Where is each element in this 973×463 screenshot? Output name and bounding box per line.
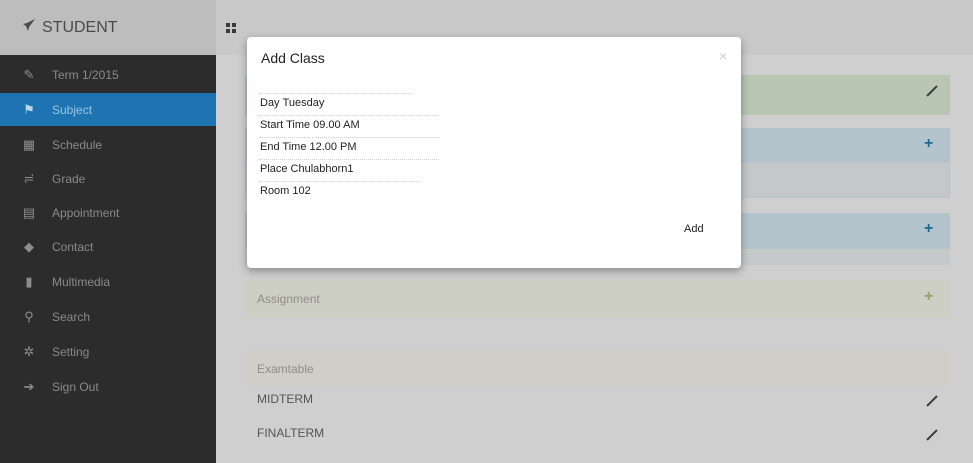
sidebar-item-sign-out[interactable]: ➔ Sign Out (0, 370, 216, 403)
sidebar-item-label: Appointment (52, 205, 120, 220)
assignment-panel-header: Assignment (245, 280, 950, 318)
sidebar-item-multimedia[interactable]: ▮ Multimedia (0, 265, 216, 298)
sidebar-item-search[interactable]: ⚲ Search (0, 300, 216, 333)
sidebar-item-label: Search (52, 309, 91, 324)
field-label: Day (260, 97, 280, 109)
sign-out-icon: ➔ (23, 378, 35, 394)
close-icon[interactable]: × (719, 48, 727, 64)
sidebar-item-appointment[interactable]: ▤ Appointment (0, 196, 216, 229)
field-start-time: Start Time 09.00 AM (260, 119, 360, 131)
add-button[interactable]: Add (684, 223, 704, 235)
sidebar-item-label: Grade (52, 171, 86, 186)
assignment-label: Assignment (257, 292, 320, 306)
field-room: Room 102 (260, 185, 311, 197)
divider (259, 159, 439, 160)
divider (259, 115, 439, 116)
flag-icon: ⚑ (23, 101, 35, 117)
rocket-icon (22, 18, 36, 37)
field-value: Chulabhorn1 (290, 163, 354, 175)
sidebar-item-schedule[interactable]: ▦ Schedule (0, 128, 216, 161)
sidebar-item-subject[interactable]: ⚑ Subject (0, 93, 216, 126)
search-icon: ⚲ (24, 308, 34, 324)
file-icon: ▮ (25, 273, 33, 289)
examtable-panel-header: Examtable (245, 350, 950, 386)
brand-title: STUDENT (42, 18, 118, 36)
cog-icon: ✲ (23, 343, 35, 359)
field-value: 102 (292, 185, 311, 197)
field-label: Start Time (260, 119, 311, 131)
list-icon: ▤ (22, 204, 36, 220)
tag-icon: ◆ (24, 238, 34, 254)
field-value: 09.00 AM (313, 119, 360, 131)
field-place: Place Chulabhorn1 (260, 163, 354, 175)
add-class-modal: Add Class × Day Tuesday Start Time 09.00 A… (247, 37, 741, 268)
sidebar-item-contact[interactable]: ◆ Contact (0, 230, 216, 263)
sidebar: ✎ Term 1/2015 ⚑ Subject ▦ Schedule ≓ Gra… (0, 55, 216, 463)
field-label: End Time (260, 141, 307, 153)
add-icon[interactable]: + (924, 288, 933, 306)
edit-icon: ✎ (23, 66, 35, 82)
add-icon[interactable]: + (924, 135, 933, 153)
sidebar-item-grade[interactable]: ≓ Grade (0, 162, 216, 195)
sidebar-item-label: Sign Out (52, 379, 99, 394)
sidebar-item-label: Multimedia (52, 274, 111, 289)
sidebar-item-setting[interactable]: ✲ Setting (0, 335, 216, 368)
sidebar-item-label: Setting (52, 344, 90, 359)
calendar-icon: ▦ (22, 136, 36, 152)
field-end-time: End Time 12.00 PM (260, 141, 357, 153)
examtable-label: Examtable (257, 362, 314, 376)
sidebar-item-label: Term 1/2015 (52, 67, 119, 82)
sidebar-item-label: Contact (52, 239, 94, 254)
edit-icon[interactable] (926, 395, 938, 407)
exam-row-finalterm: FINALTERM (257, 426, 325, 440)
field-label: Room (260, 185, 290, 197)
modal-title: Add Class (261, 50, 325, 66)
divider (259, 181, 419, 182)
menu-toggle-icon[interactable] (226, 23, 236, 33)
divider (259, 137, 439, 138)
field-value: 12.00 PM (309, 141, 357, 153)
add-icon[interactable]: + (924, 220, 933, 238)
exam-row-midterm: MIDTERM (257, 392, 313, 406)
field-value: Tuesday (282, 97, 325, 109)
brand[interactable]: STUDENT (0, 0, 216, 55)
edit-icon[interactable] (926, 429, 938, 441)
sidebar-item-label: Schedule (52, 137, 103, 152)
field-day: Day Tuesday (260, 97, 324, 109)
sidebar-item-label: Subject (52, 102, 93, 117)
field-label: Place (260, 163, 288, 175)
divider (259, 93, 411, 94)
sidebar-item-term[interactable]: ✎ Term 1/2015 (0, 58, 216, 91)
road-icon: ≓ (23, 170, 35, 186)
